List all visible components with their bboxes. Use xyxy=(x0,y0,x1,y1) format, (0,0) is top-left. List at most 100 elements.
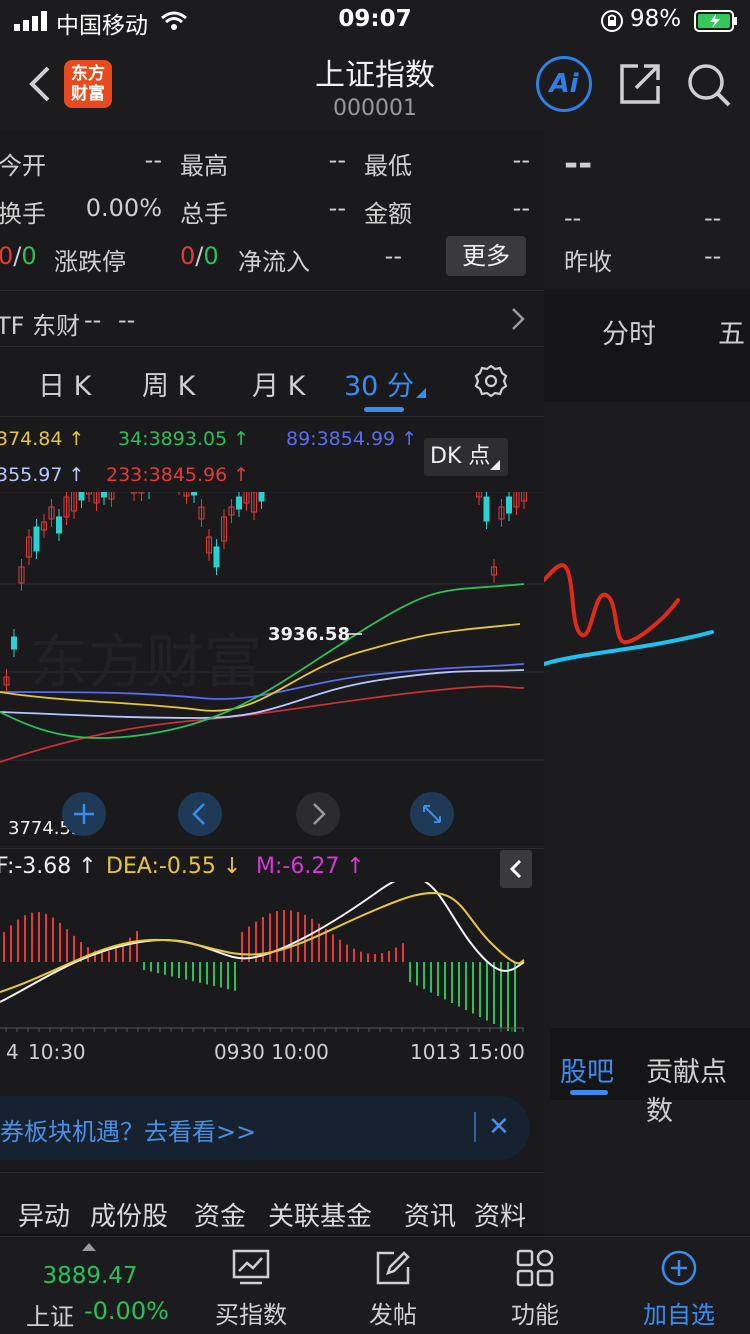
candle xyxy=(33,526,40,552)
hand-drawn-annotation xyxy=(544,563,714,666)
tab-stock-forum[interactable]: 股吧 xyxy=(560,1050,614,1089)
ma-line-233 xyxy=(0,685,525,763)
fullscreen-button[interactable] xyxy=(410,792,454,836)
grid-icon xyxy=(516,1249,554,1287)
macd-dif: F:-3.68 ↑ xyxy=(0,854,97,879)
candle xyxy=(11,636,17,650)
candle xyxy=(213,546,220,568)
search-icon[interactable] xyxy=(686,62,732,108)
tab-anomaly[interactable]: 异动 xyxy=(18,1196,70,1233)
index-quote-mini[interactable]: 3889.47 上证 -0.00% xyxy=(0,1237,169,1334)
limit-label: 涨跌停 xyxy=(54,248,126,276)
tab-indicator xyxy=(570,1090,608,1095)
divider xyxy=(0,848,544,849)
tab-30min[interactable]: 30 分 xyxy=(344,364,414,403)
turnover-label: 换手 xyxy=(0,200,46,228)
battery-icon xyxy=(694,10,737,32)
divider xyxy=(0,290,544,291)
candle xyxy=(236,496,242,510)
tab-funds[interactable]: 资金 xyxy=(194,1196,246,1233)
tab-contribution[interactable]: 贡献点数 xyxy=(646,1050,750,1128)
share-icon[interactable] xyxy=(618,62,662,106)
candlestick-chart[interactable]: 东方财富 3936.58 3774.53 xyxy=(0,492,544,847)
side-price: -- xyxy=(564,144,593,184)
candle xyxy=(78,492,85,501)
etf-value-2: -- xyxy=(118,306,136,334)
mini-change: -0.00% xyxy=(84,1297,169,1325)
dk-point-button[interactable]: DK 点 xyxy=(424,438,508,476)
side-value-2: -- xyxy=(704,204,722,232)
scroll-right-button[interactable] xyxy=(296,792,340,836)
add-circle-icon xyxy=(661,1250,697,1286)
prev-close-label: 昨收 xyxy=(564,248,612,276)
amount-value: -- xyxy=(512,194,530,222)
volume-label: 总手 xyxy=(180,200,228,228)
netflow-label: 净流入 xyxy=(238,248,310,276)
tab-month-k[interactable]: 月 K xyxy=(252,364,305,403)
low-value: -- xyxy=(512,146,530,174)
ma-legend-89: 89:3854.99 ↑ xyxy=(286,428,418,450)
tab-profile[interactable]: 资料 xyxy=(474,1196,526,1233)
promo-banner[interactable]: 券板块机遇？去看看>> ✕ xyxy=(0,1096,530,1160)
high-value: -- xyxy=(328,146,346,174)
x-tick-2: 10:30 xyxy=(28,1040,86,1064)
side-panel: -- -- -- 昨收 -- 分时 五 股吧 贡献点数 xyxy=(544,130,750,1234)
tab-indicator xyxy=(364,407,404,412)
divider xyxy=(474,1112,476,1142)
more-button[interactable]: 更多 xyxy=(446,236,526,276)
triangle-up-icon xyxy=(82,1243,96,1251)
bottom-toolbar: 3889.47 上证 -0.00% 买指数 发帖 功能 加自选 xyxy=(0,1236,750,1334)
ma-legend-5: 374.84 ↑ xyxy=(0,428,85,450)
limit-count: 0/0 xyxy=(180,242,219,270)
candle xyxy=(101,492,107,498)
close-icon[interactable]: ✕ xyxy=(488,1112,510,1142)
tab-intraday[interactable]: 分时 xyxy=(602,312,656,351)
tab-five-day[interactable]: 五 xyxy=(718,312,745,351)
low-label: 最低 xyxy=(364,152,412,180)
tab-day-k[interactable]: 日 K xyxy=(38,364,91,403)
tab-constituents[interactable]: 成份股 xyxy=(90,1196,168,1233)
tab-week-k[interactable]: 周 K xyxy=(142,364,195,403)
buy-index-button[interactable]: 买指数 xyxy=(176,1237,326,1334)
candle xyxy=(483,496,490,522)
x-tick-1: 4 xyxy=(6,1040,19,1064)
watermark: 东方财富 xyxy=(30,628,262,696)
ma-legend-34: 34:3893.05 ↑ xyxy=(118,428,250,450)
settings-gear-icon[interactable] xyxy=(474,364,508,398)
x-tick-3: 0930 10:00 xyxy=(214,1040,329,1064)
tab-related-funds[interactable]: 关联基金 xyxy=(268,1196,372,1233)
promo-text[interactable]: 券板块机遇？去看看>> xyxy=(0,1112,256,1147)
zoom-in-button[interactable] xyxy=(62,792,106,836)
candle xyxy=(506,496,512,514)
etf-label: TF 东财 xyxy=(0,312,81,340)
chart-box-icon xyxy=(232,1249,270,1285)
mini-price: 3889.47 xyxy=(42,1263,138,1289)
ma-legend-233: 233:3845.96 ↑ xyxy=(106,464,250,486)
add-watchlist-button[interactable]: 加自选 xyxy=(604,1237,750,1334)
divider xyxy=(0,416,544,417)
macd-chart xyxy=(0,882,525,1032)
status-bar: 中国移动 09:07 98% xyxy=(0,0,750,42)
prev-close-value: -- xyxy=(704,242,722,270)
updown-count: 0/0 xyxy=(0,242,37,270)
functions-button[interactable]: 功能 xyxy=(460,1237,610,1334)
mini-name: 上证 xyxy=(26,1303,74,1331)
scroll-left-button[interactable] xyxy=(178,792,222,836)
netflow-value: -- xyxy=(384,242,402,270)
open-label: 今开 xyxy=(0,152,46,180)
orientation-lock-icon xyxy=(601,10,623,32)
divider xyxy=(0,1172,544,1173)
chevron-right-icon[interactable] xyxy=(510,306,526,332)
tab-news[interactable]: 资讯 xyxy=(404,1196,456,1233)
ma-legend-144: 355.97 ↑ xyxy=(0,464,85,486)
turnover-value: 0.00% xyxy=(85,194,162,222)
ai-button[interactable]: Ai xyxy=(536,56,592,112)
candle xyxy=(258,492,265,502)
macd-m: M:-6.27 ↑ xyxy=(256,854,365,879)
quote-panel: 今开 -- 最高 -- 最低 -- 换手 0.00% 总手 -- 金额 -- 0… xyxy=(0,130,544,1234)
macd-dea: DEA:-0.55 ↓ xyxy=(106,854,242,879)
dropdown-corner-icon xyxy=(490,460,500,470)
volume-value: -- xyxy=(328,194,346,222)
amount-label: 金额 xyxy=(364,200,412,228)
post-button[interactable]: 发帖 xyxy=(318,1237,468,1334)
